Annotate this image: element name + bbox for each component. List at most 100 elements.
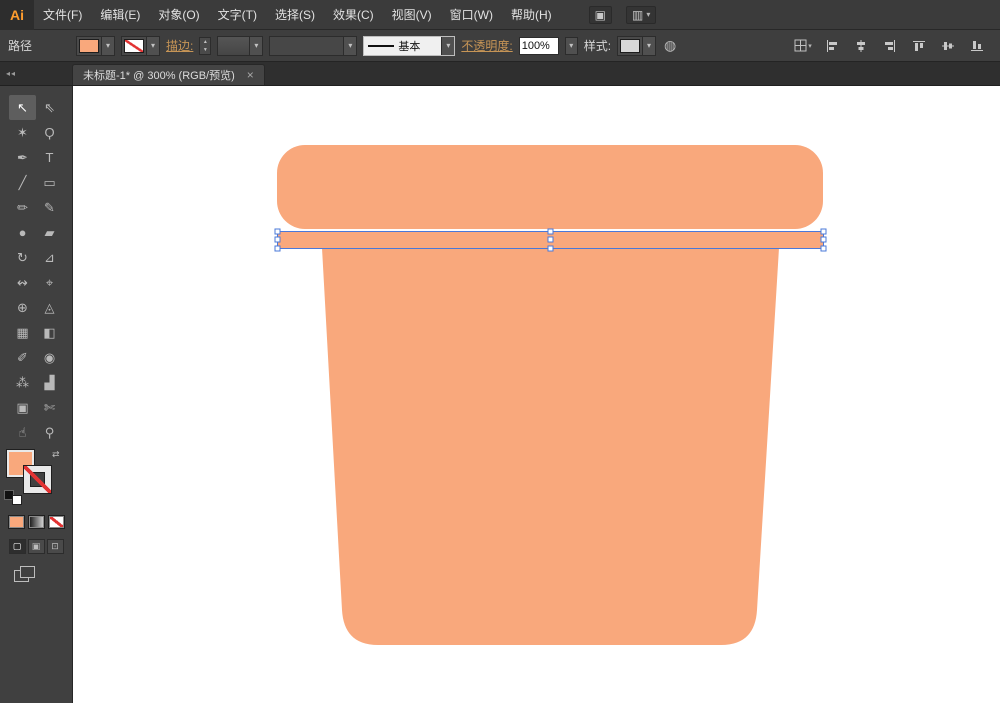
menubar-right-icons: ▣ ▥ ▾ [588,5,657,24]
align-options-dropdown[interactable]: ▾ [792,36,814,56]
menu-file[interactable]: 文件(F) [34,0,91,30]
gradient-tool[interactable]: ◧ [36,320,63,345]
stroke-color-picker[interactable]: ▾ [121,35,161,56]
draw-normal-button[interactable]: ▢ [8,539,26,554]
line-segment-tool[interactable]: ╱ [9,170,36,195]
stepper-down-icon[interactable]: ▼ [200,46,210,54]
zoom-tool[interactable]: ⚲ [36,420,63,445]
vertical-align-center-icon[interactable] [937,36,959,56]
menu-help[interactable]: 帮助(H) [502,0,561,30]
brush-definition-combo[interactable]: 基本 ▾ [363,35,456,56]
handle-mid-right[interactable] [820,236,827,243]
panel-collapse-icon[interactable]: ◂◂ [0,69,72,78]
paintbrush-tool[interactable]: ✏ [9,195,36,220]
chevron-down-icon[interactable]: ▾ [642,36,656,55]
menu-edit[interactable]: 编辑(E) [91,0,149,30]
mesh-tool[interactable]: ▦ [9,320,36,345]
stroke-link[interactable]: 描边: [166,37,193,54]
pencil-tool[interactable]: ✎ [36,195,63,220]
type-tool[interactable]: T [36,145,63,170]
rotate-tool[interactable]: ↻ [9,245,36,270]
menu-object[interactable]: 对象(O) [149,0,208,30]
chevron-down-icon[interactable]: ▾ [441,36,455,55]
opacity-input[interactable] [518,36,559,55]
menu-effect[interactable]: 效果(C) [324,0,383,30]
width-tool[interactable]: ↭ [9,270,36,295]
document-tab[interactable]: 未标题-1* @ 300% (RGB/预览) × [72,64,265,85]
default-fill-stroke-icon[interactable] [4,490,22,505]
perspective-grid-tool[interactable]: ◬ [36,295,63,320]
handle-top-right[interactable] [820,228,827,235]
fill-swatch[interactable] [79,38,100,53]
swap-fill-stroke-icon[interactable]: ⇄ [52,449,60,460]
stepper-up-icon[interactable]: ▲ [200,38,210,46]
slice-tool[interactable]: ✄ [36,395,63,420]
symbol-sprayer-tool[interactable]: ⁂ [9,370,36,395]
width-profile-combo[interactable]: ▾ [269,35,358,56]
eraser-tool[interactable]: ▰ [36,220,63,245]
chevron-down-icon[interactable]: ▾ [564,36,578,55]
graphic-style-swatch[interactable] [620,38,641,53]
direct-selection-tool[interactable]: ⇖ [36,95,63,120]
chevron-down-icon[interactable]: ▾ [101,36,115,55]
handle-bottom-center[interactable] [547,245,554,252]
menu-type[interactable]: 文字(T) [209,0,266,30]
handle-top-left[interactable] [274,228,281,235]
chevron-down-icon[interactable]: ▾ [146,36,160,55]
close-tab-icon[interactable]: × [247,69,254,81]
handle-bottom-left[interactable] [274,245,281,252]
artboard-tool[interactable]: ▣ [9,395,36,420]
context-label: 路径 [8,39,33,53]
vertical-align-bottom-icon[interactable] [966,36,988,56]
handle-bottom-right[interactable] [820,245,827,252]
horizontal-align-left-icon[interactable] [821,36,843,56]
draw-behind-button[interactable]: ▣ [27,539,45,554]
free-transform-tool[interactable]: ⌖ [36,270,63,295]
none-slash-icon [24,466,51,493]
none-button[interactable] [47,515,65,529]
artboard-canvas[interactable] [73,86,1000,703]
chevron-down-icon[interactable]: ▾ [249,36,263,55]
handle-mid-left[interactable] [274,236,281,243]
stroke-color-box[interactable] [23,465,52,494]
horizontal-align-center-icon[interactable] [850,36,872,56]
draw-inside-button[interactable]: ⊡ [46,539,64,554]
gradient-button[interactable] [27,515,45,529]
column-graph-tool[interactable]: ▟ [36,370,63,395]
workspace: ↖ ⇖ ✶ Ϙ ✒ T ╱ ▭ ✏ ✎ ● ▰ ↻ ⊿ ↭ ⌖ ⊕ ◬ ▦ ◧ … [0,86,1000,703]
globe-icon[interactable]: ◍ [664,37,676,54]
app-bar-icon[interactable]: ▣ [588,5,612,24]
pot-body-shape[interactable] [322,248,779,645]
screen-mode-button[interactable] [14,566,36,583]
stroke-none-swatch[interactable] [124,38,145,53]
blend-tool[interactable]: ◉ [36,345,63,370]
pot-lid-shape[interactable] [277,145,823,229]
color-button[interactable] [7,515,25,529]
scale-tool[interactable]: ⊿ [36,245,63,270]
handle-center-point[interactable] [547,236,554,243]
align-controls: ▾ [792,36,988,56]
vertical-align-top-icon[interactable] [908,36,930,56]
fill-color-picker[interactable]: ▾ [76,35,116,56]
document-tab-bar: ◂◂ 未标题-1* @ 300% (RGB/预览) × [0,62,1000,86]
stroke-weight-combo[interactable]: ▾ [217,35,264,56]
menu-select[interactable]: 选择(S) [266,0,324,30]
handle-top-center[interactable] [547,228,554,235]
chevron-down-icon[interactable]: ▾ [343,36,357,55]
selection-tool[interactable]: ↖ [9,95,36,120]
menu-view[interactable]: 视图(V) [383,0,441,30]
lasso-tool[interactable]: Ϙ [36,120,63,145]
hand-tool[interactable]: ☝ [9,420,36,445]
arrange-documents-icon[interactable]: ▥ ▾ [626,5,657,24]
pen-tool[interactable]: ✒ [9,145,36,170]
menu-window[interactable]: 窗口(W) [441,0,502,30]
graphic-style-picker[interactable]: ▾ [617,35,657,56]
stroke-weight-stepper[interactable]: ▲ ▼ [199,36,212,55]
magic-wand-tool[interactable]: ✶ [9,120,36,145]
rectangle-tool[interactable]: ▭ [36,170,63,195]
eyedropper-tool[interactable]: ✐ [9,345,36,370]
blob-brush-tool[interactable]: ● [9,220,36,245]
opacity-link[interactable]: 不透明度: [461,37,512,54]
shape-builder-tool[interactable]: ⊕ [9,295,36,320]
horizontal-align-right-icon[interactable] [879,36,901,56]
